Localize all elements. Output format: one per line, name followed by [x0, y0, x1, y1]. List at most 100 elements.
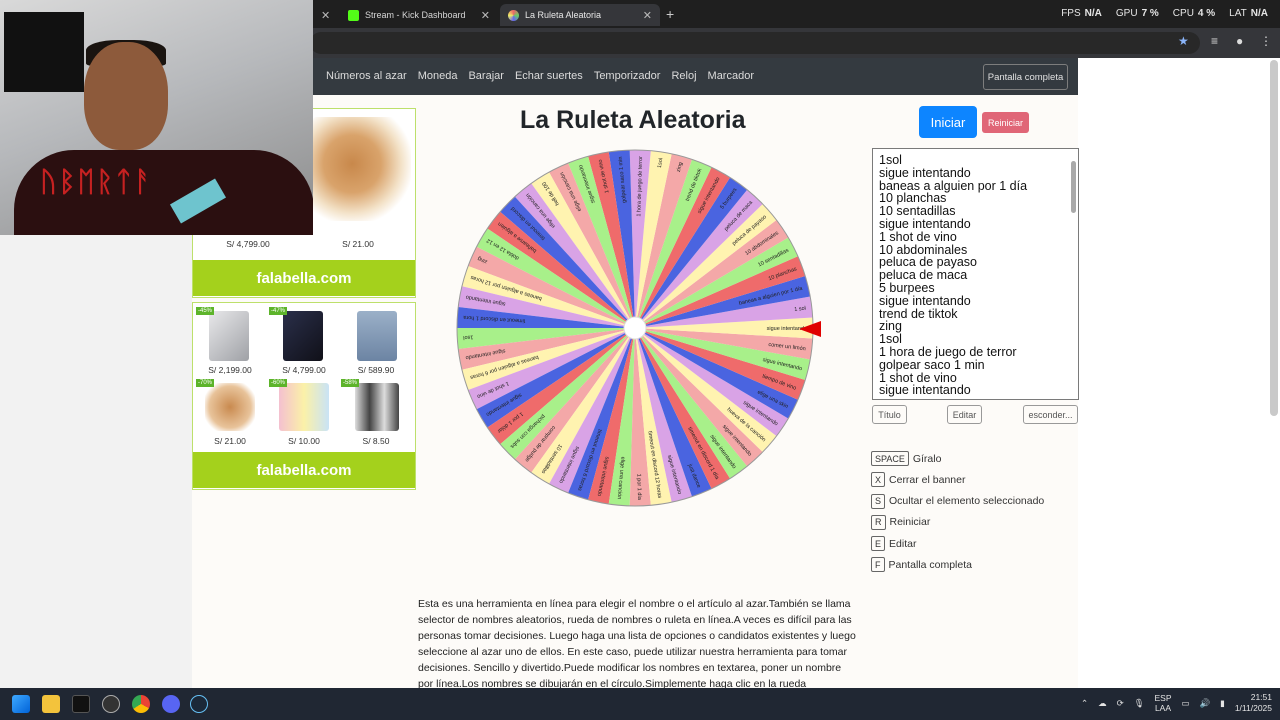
discount-badge: -70% [196, 379, 215, 387]
reset-button[interactable]: Reiniciar [982, 112, 1029, 133]
product-image [205, 383, 255, 431]
star-icon[interactable]: ★ [1178, 34, 1189, 48]
shortcut-key: SPACE [871, 451, 909, 466]
textarea-scrollbar[interactable] [1071, 161, 1076, 213]
system-tray: ⌃ ☁ ⟳ 🎙 ESP LAA ▭ 🔊 ▮ 21:51 1/11/2025 [1081, 692, 1272, 714]
page-margin [1078, 58, 1280, 688]
shortcut-label: Pantalla completa [888, 558, 972, 571]
close-icon[interactable]: ✕ [321, 9, 330, 22]
discord-icon[interactable] [162, 695, 180, 713]
ad-banner-grid[interactable]: -45% S/ 2,199.00 -47% S/ 4,799.00 S/ 589… [192, 302, 416, 490]
name-entry: sigue intentando [879, 293, 971, 308]
ad-price: S/ 10.00 [288, 436, 320, 446]
wheel-hub[interactable] [623, 316, 647, 340]
name-entry: trend de tiktok [879, 306, 958, 321]
shortcut-edit: E Editar [871, 535, 1044, 552]
ad-price: S/ 2,199.00 [208, 365, 252, 375]
sync-icon[interactable]: ⟳ [1117, 698, 1124, 709]
app-x-icon[interactable] [72, 695, 90, 713]
steam-icon[interactable] [190, 695, 208, 713]
chevron-up-icon[interactable]: ⌃ [1081, 698, 1088, 709]
name-entry: sigue intentando [879, 165, 971, 180]
tab-hidden[interactable]: ✕ [313, 4, 337, 26]
profile-icon[interactable]: ● [1236, 34, 1243, 48]
playlist-icon[interactable]: ≡ [1211, 34, 1218, 48]
nav-link-timer[interactable]: Temporizador [594, 70, 661, 82]
description-text: Esta es una herramienta en línea para el… [418, 598, 856, 690]
kick-icon [348, 9, 359, 21]
address-field[interactable] [310, 32, 1200, 54]
windows-start-icon[interactable] [12, 695, 30, 713]
network-icon[interactable]: ▭ [1182, 698, 1190, 709]
name-entry: sigue intentando [879, 216, 971, 231]
obs-icon[interactable] [102, 695, 120, 713]
ad-price: S/ 8.50 [362, 436, 390, 446]
title-button[interactable]: Título [872, 405, 907, 424]
wheel-pointer-icon [799, 321, 821, 337]
product-image [355, 383, 399, 431]
tab-label: La Ruleta Aleatoria [525, 10, 602, 20]
tab-ruleta[interactable]: La Ruleta Aleatoria ✕ [500, 4, 660, 26]
language-indicator[interactable]: ESP LAA [1154, 693, 1171, 713]
product-image [279, 383, 329, 431]
shortcut-key: F [871, 557, 885, 573]
shortcut-label: Gíralo [912, 452, 942, 465]
wheel-segment-label: 1sol [463, 334, 473, 341]
ad-price: S/ 4,799.00 [226, 239, 270, 249]
nav-link-numbers[interactable]: Números al azar [326, 70, 407, 82]
roulette-wheel[interactable]: 1sol sigue intentando baneas a alguien por… [455, 148, 815, 508]
new-tab-icon[interactable]: + [666, 6, 674, 22]
falabella-logo: falabella.com [193, 260, 415, 296]
names-textarea[interactable]: 1sol sigue intentando baneas a alguien por… [872, 148, 1079, 400]
nav-link-coin[interactable]: Moneda [418, 70, 458, 82]
name-entry: golpear saco 1 min [879, 357, 985, 372]
chrome-icon[interactable] [132, 695, 150, 713]
shortcut-key: X [871, 472, 886, 488]
shortcut-label: Cerrar el banner [889, 473, 966, 486]
product-image [357, 311, 397, 361]
close-icon[interactable]: ✕ [643, 9, 652, 22]
page-scrollbar[interactable] [1270, 60, 1278, 416]
discount-badge: -58% [341, 379, 360, 387]
nav-links: Números al azar Moneda Barajar Echar sue… [326, 70, 754, 82]
edit-button[interactable]: Editar [947, 405, 982, 424]
product-image [283, 311, 323, 361]
nav-link-shuffle[interactable]: Barajar [468, 70, 503, 82]
volume-icon[interactable]: 🔊 [1200, 698, 1211, 709]
page-title: La Ruleta Aleatoria [520, 106, 746, 134]
discount-badge: -45% [196, 307, 215, 315]
battery-icon[interactable]: ▮ [1220, 698, 1225, 709]
name-entry: sigue intentando [879, 383, 971, 398]
file-explorer-icon[interactable] [42, 695, 60, 713]
wheel-segment-label: 1 por 1 día [635, 474, 642, 501]
webcam-person-head [84, 42, 168, 150]
clock[interactable]: 21:51 1/11/2025 [1235, 692, 1272, 714]
cloud-icon[interactable]: ☁ [1098, 698, 1107, 709]
shortcut-fullscreen: F Pantalla completa [871, 556, 1044, 573]
shortcut-hide-selected: S Ocultar el elemento seleccionado [871, 493, 1044, 510]
product-image [209, 311, 249, 361]
nav-link-lots[interactable]: Echar suertes [515, 70, 583, 82]
windows-taskbar: ⌃ ☁ ⟳ 🎙 ESP LAA ▭ 🔊 ▮ 21:51 1/11/2025 [0, 688, 1280, 720]
nav-link-clock[interactable]: Reloj [671, 70, 696, 82]
tab-kick-dashboard[interactable]: Stream - Kick Dashboard ✕ [340, 4, 498, 26]
product-image [313, 117, 411, 221]
ad-price: S/ 21.00 [342, 239, 374, 249]
performance-overlay: FPS N/A GPU 7 % CPU 4 % LAT N/A [1061, 8, 1268, 19]
ad-price: S/ 589.90 [357, 365, 395, 375]
shortcut-label: Ocultar el elemento seleccionado [889, 495, 1045, 508]
fullscreen-button[interactable]: Pantalla completa [983, 64, 1068, 90]
ad-price: S/ 4,799.00 [282, 365, 326, 375]
menu-icon[interactable]: ⋮ [1260, 34, 1272, 48]
microphone-tray-icon[interactable]: 🎙 [1134, 698, 1145, 709]
wheel-svg[interactable]: 1solsigue intentandobaneas a alguien por… [455, 148, 815, 508]
ad-price: S/ 21.00 [214, 436, 246, 446]
hide-button[interactable]: esconder... [1023, 405, 1078, 424]
shortcut-label: Editar [889, 537, 917, 550]
start-button[interactable]: Iniciar [919, 106, 977, 138]
shortcut-close-banner: X Cerrar el banner [871, 471, 1044, 488]
keyboard-shortcuts: SPACE Gíralo X Cerrar el banner S Ocultar e… [871, 450, 1044, 578]
tab-label: Stream - Kick Dashboard [365, 10, 466, 20]
close-icon[interactable]: ✕ [481, 9, 490, 22]
nav-link-scoreboard[interactable]: Marcador [708, 70, 754, 82]
